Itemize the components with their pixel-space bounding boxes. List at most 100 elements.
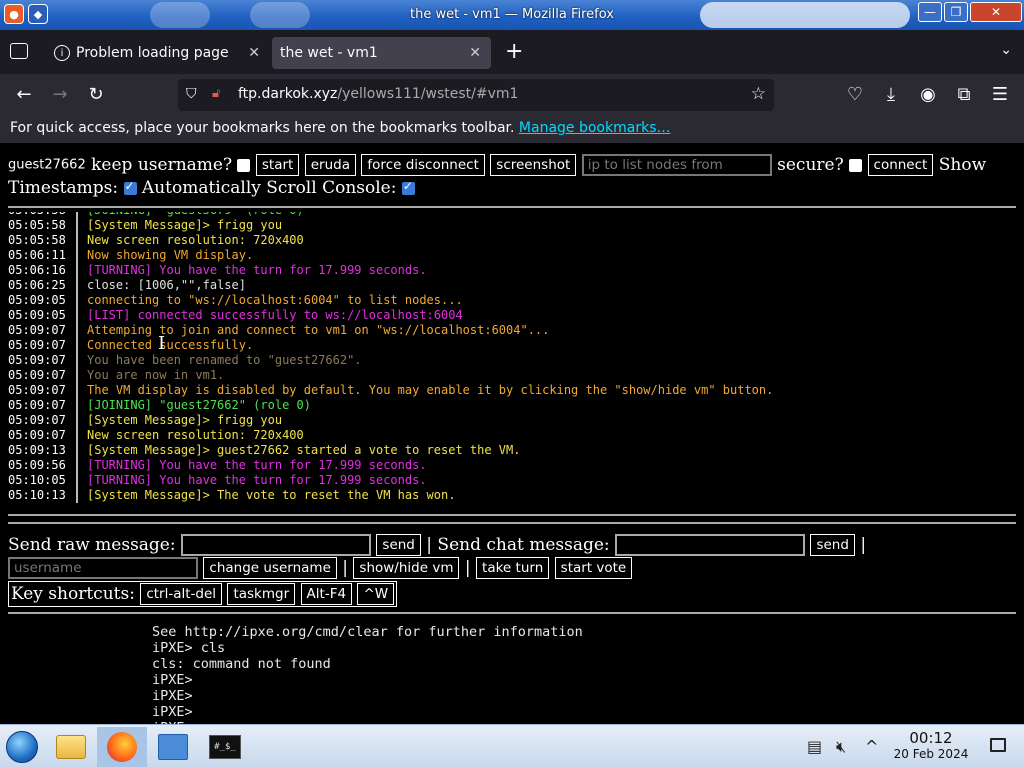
vm-display[interactable]: See http://ipxe.org/cmd/clear for furthe… [8,617,1016,736]
console-timestamp: 05:09:05 [8,308,66,322]
console-message: [TURNING] You have the turn for 17.999 s… [87,458,427,472]
page-content: guest27662 keep username? start eruda fo… [0,143,1024,736]
console-timestamp: 05:09:07 [8,338,66,352]
console-separator [76,218,78,233]
taskbar-firefox[interactable] [97,727,147,767]
alt-f4-button[interactable]: Alt-F4 [300,583,353,605]
ctrl-w-button[interactable]: ^W [357,583,395,605]
tray-expand-icon[interactable]: ^ [865,737,878,756]
tab-the-wet-vm1[interactable]: the wet - vm1 ✕ [272,37,491,69]
eruda-button[interactable]: eruda [304,154,357,176]
volume-muted-icon[interactable]: 🔇︎ [836,737,846,757]
account-icon[interactable]: ◉ [917,84,939,105]
divider [8,514,1016,516]
minimize-button[interactable]: — [918,2,942,22]
shield-icon[interactable]: ⛉ [186,86,197,102]
clipboard-icon[interactable]: ▤ [807,737,822,756]
insecure-lock-icon[interactable]: 🔓︎ [212,86,220,101]
force-disconnect-button[interactable]: force disconnect [361,154,485,176]
ctrl-alt-del-button[interactable]: ctrl-alt-del [140,583,223,605]
forward-icon[interactable]: → [49,84,71,105]
console-message: [LIST] connected successfully to ws://lo… [87,308,463,322]
chat-message-input[interactable] [615,534,806,556]
console-separator [76,428,78,443]
console-separator [76,293,78,308]
show-timestamps-checkbox[interactable] [123,179,137,195]
pocket-icon[interactable]: ♡ [844,84,866,105]
console-timestamp: 05:10:13 [8,488,66,502]
send-raw-button[interactable]: send [376,534,421,556]
firefox-icon [107,732,137,762]
tab-list-icon[interactable] [10,43,28,59]
console-line: 05:09:07 Attemping to join and connect to… [8,323,549,338]
console-options: Timestamps: Automatically Scroll Console… [8,178,415,198]
manage-bookmarks-link[interactable]: Manage bookmarks… [519,120,671,136]
taskbar-file-manager[interactable] [48,727,94,767]
current-username: guest27662 [8,157,86,173]
change-username-button[interactable]: change username [203,557,337,579]
keep-username-checkbox[interactable] [237,158,251,172]
info-icon: i [54,45,70,61]
bookmark-star-icon[interactable]: ☆ [751,84,766,104]
console-timestamp: 05:09:13 [8,443,66,457]
console-separator [76,458,78,473]
console-log[interactable]: 05:05:58[JOINING] "guest5679" (role 0)05… [8,212,1016,506]
console-timestamp: 05:09:05 [8,293,66,307]
new-tab-icon[interactable]: + [505,39,523,64]
separator: | [426,535,433,555]
show-hide-vm-button[interactable]: show/hide vm [353,557,460,579]
console-timestamp: 05:09:07 [8,323,66,337]
show-desktop-icon[interactable] [990,738,1006,752]
start-vote-button[interactable]: start vote [554,557,633,579]
start-button[interactable]: start [255,154,300,176]
console-timestamp: 05:09:07 [8,428,66,442]
take-turn-button[interactable]: take turn [476,557,550,579]
console-separator [76,278,78,293]
close-tab-icon[interactable]: ✕ [248,45,260,61]
downloads-icon[interactable]: ⤓ [880,84,902,105]
vm-text-line: iPXE> [152,704,193,720]
clock-time: 00:12 [909,729,953,747]
console-message: The VM display is disabled by default. Y… [87,383,774,397]
window-controls: — ❐ ✕ [918,2,1022,22]
ip-input[interactable]: ip to list nodes from [581,154,772,176]
taskbar-terminal[interactable]: #_$_ [202,727,248,767]
extensions-icon[interactable]: ⧉ [953,84,975,105]
console-timestamp: 05:09:07 [8,368,66,382]
taskmgr-button[interactable]: taskmgr [227,583,296,605]
console-line: 05:09:07 [JOINING] "guest27662" (role 0) [8,398,311,413]
console-line: 05:09:56 [TURNING] You have the turn for … [8,458,427,473]
menu-icon[interactable]: ☰ [989,84,1011,105]
console-timestamp: 05:10:05 [8,473,66,487]
console-separator [76,473,78,488]
chevron-down-icon[interactable]: ⌄ [1000,42,1012,58]
separator: | [464,558,471,578]
username-input[interactable]: username [8,557,198,579]
secure-checkbox[interactable] [849,158,863,172]
text-cursor-icon: I [158,333,166,354]
connect-button[interactable]: connect [867,154,934,176]
reload-icon[interactable]: ↻ [85,84,107,105]
start-button[interactable] [2,727,42,767]
tab-problem-loading[interactable]: i Problem loading page ✕ [46,37,270,69]
console-message: You have been renamed to "guest27662". [87,353,362,367]
clock[interactable]: 00:12 20 Feb 2024 [888,729,974,761]
url-text: ftp.darkok.xyz/yellows111/wstest/#vm1 [238,86,518,102]
console-separator [76,443,78,458]
console-line: 05:06:16 [TURNING] You have the turn for … [8,263,427,278]
taskbar-settings[interactable] [150,727,196,767]
send-chat-button[interactable]: send [810,534,855,556]
auto-scroll-checkbox[interactable] [401,179,415,195]
close-tab-icon[interactable]: ✕ [469,45,481,61]
url-bar[interactable]: ⛉ 🔓︎ ftp.darkok.xyz/yellows111/wstest/#v… [178,79,774,111]
user-actions-row: username change username | show/hide vm … [8,557,633,579]
raw-message-input[interactable] [181,534,371,556]
back-icon[interactable]: ← [13,84,35,105]
console-message: close: [1006,"",false] [87,278,246,292]
close-window-button[interactable]: ✕ [970,2,1022,22]
navigation-bar: ← → ↻ ⛉ 🔓︎ ftp.darkok.xyz/yellows111/wst… [0,74,1024,116]
clock-date: 20 Feb 2024 [893,747,969,761]
screenshot-button[interactable]: screenshot [490,154,577,176]
console-separator [76,233,78,248]
maximize-button[interactable]: ❐ [944,2,968,22]
